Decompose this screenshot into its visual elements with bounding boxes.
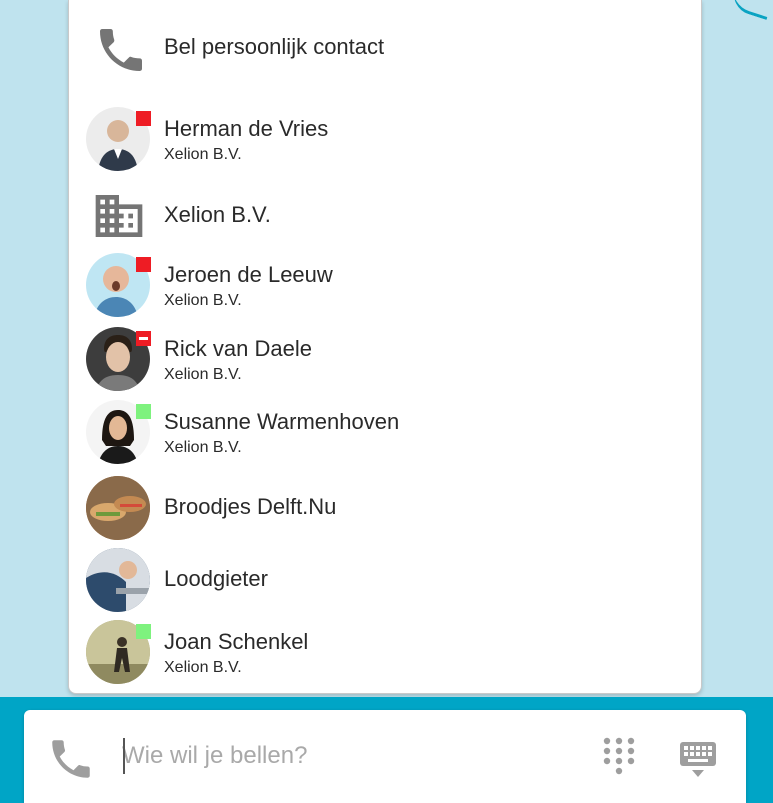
text-caret (123, 738, 125, 774)
dialpad-icon[interactable] (602, 736, 636, 780)
avatar (86, 400, 151, 464)
organization-item[interactable]: Xelion B.V. (69, 184, 701, 248)
avatar (86, 253, 151, 317)
contact-item[interactable]: Rick van Daele Xelion B.V. (69, 324, 701, 394)
search-card (24, 710, 746, 803)
contact-company: Xelion B.V. (164, 439, 242, 456)
status-dnd-indicator (136, 331, 151, 346)
phone-icon[interactable] (46, 734, 96, 784)
status-available-indicator (136, 624, 151, 639)
contact-name: Susanne Warmenhoven (164, 409, 400, 434)
avatar (86, 548, 150, 612)
keyboard-icon[interactable] (678, 740, 718, 780)
search-input[interactable] (122, 736, 562, 776)
contact-name: Rick van Daele (164, 336, 312, 361)
contact-name: Joan Schenkel (164, 629, 309, 654)
contact-company: Xelion B.V. (164, 292, 242, 309)
contact-item[interactable]: Susanne Warmenhoven Xelion B.V. (69, 397, 701, 467)
avatar (86, 327, 151, 391)
status-available-indicator (136, 404, 151, 419)
status-busy-indicator (136, 111, 151, 126)
contact-company: Xelion B.V. (164, 146, 242, 163)
contact-item[interactable]: Broodjes Delft.Nu (69, 474, 701, 542)
call-personal-contact-label: Bel persoonlijk contact (164, 34, 385, 59)
call-personal-contact-item[interactable]: Bel persoonlijk contact (69, 14, 701, 84)
contact-item[interactable]: Herman de Vries Xelion B.V. (69, 104, 701, 174)
contact-item[interactable]: Joan Schenkel Xelion B.V. (69, 617, 701, 687)
avatar (86, 107, 151, 171)
contact-name: Jeroen de Leeuw (164, 262, 333, 287)
avatar (86, 476, 150, 540)
contact-item[interactable]: Jeroen de Leeuw Xelion B.V. (69, 250, 701, 320)
contact-name: Broodjes Delft.Nu (164, 494, 337, 519)
avatar (86, 620, 151, 684)
contact-suggestions-dropdown: Bel persoonlijk contact Herman de Vries … (68, 0, 702, 694)
status-busy-indicator (136, 257, 151, 272)
contact-company: Xelion B.V. (164, 366, 242, 383)
contact-item[interactable]: Loodgieter (69, 546, 701, 614)
building-icon (95, 195, 143, 237)
contact-company: Xelion B.V. (164, 659, 242, 676)
contact-name: Herman de Vries (164, 116, 329, 141)
corner-accent (728, 0, 773, 20)
contact-name: Xelion B.V. (164, 202, 271, 227)
phone-icon (100, 29, 142, 71)
contact-name: Loodgieter (164, 566, 268, 591)
